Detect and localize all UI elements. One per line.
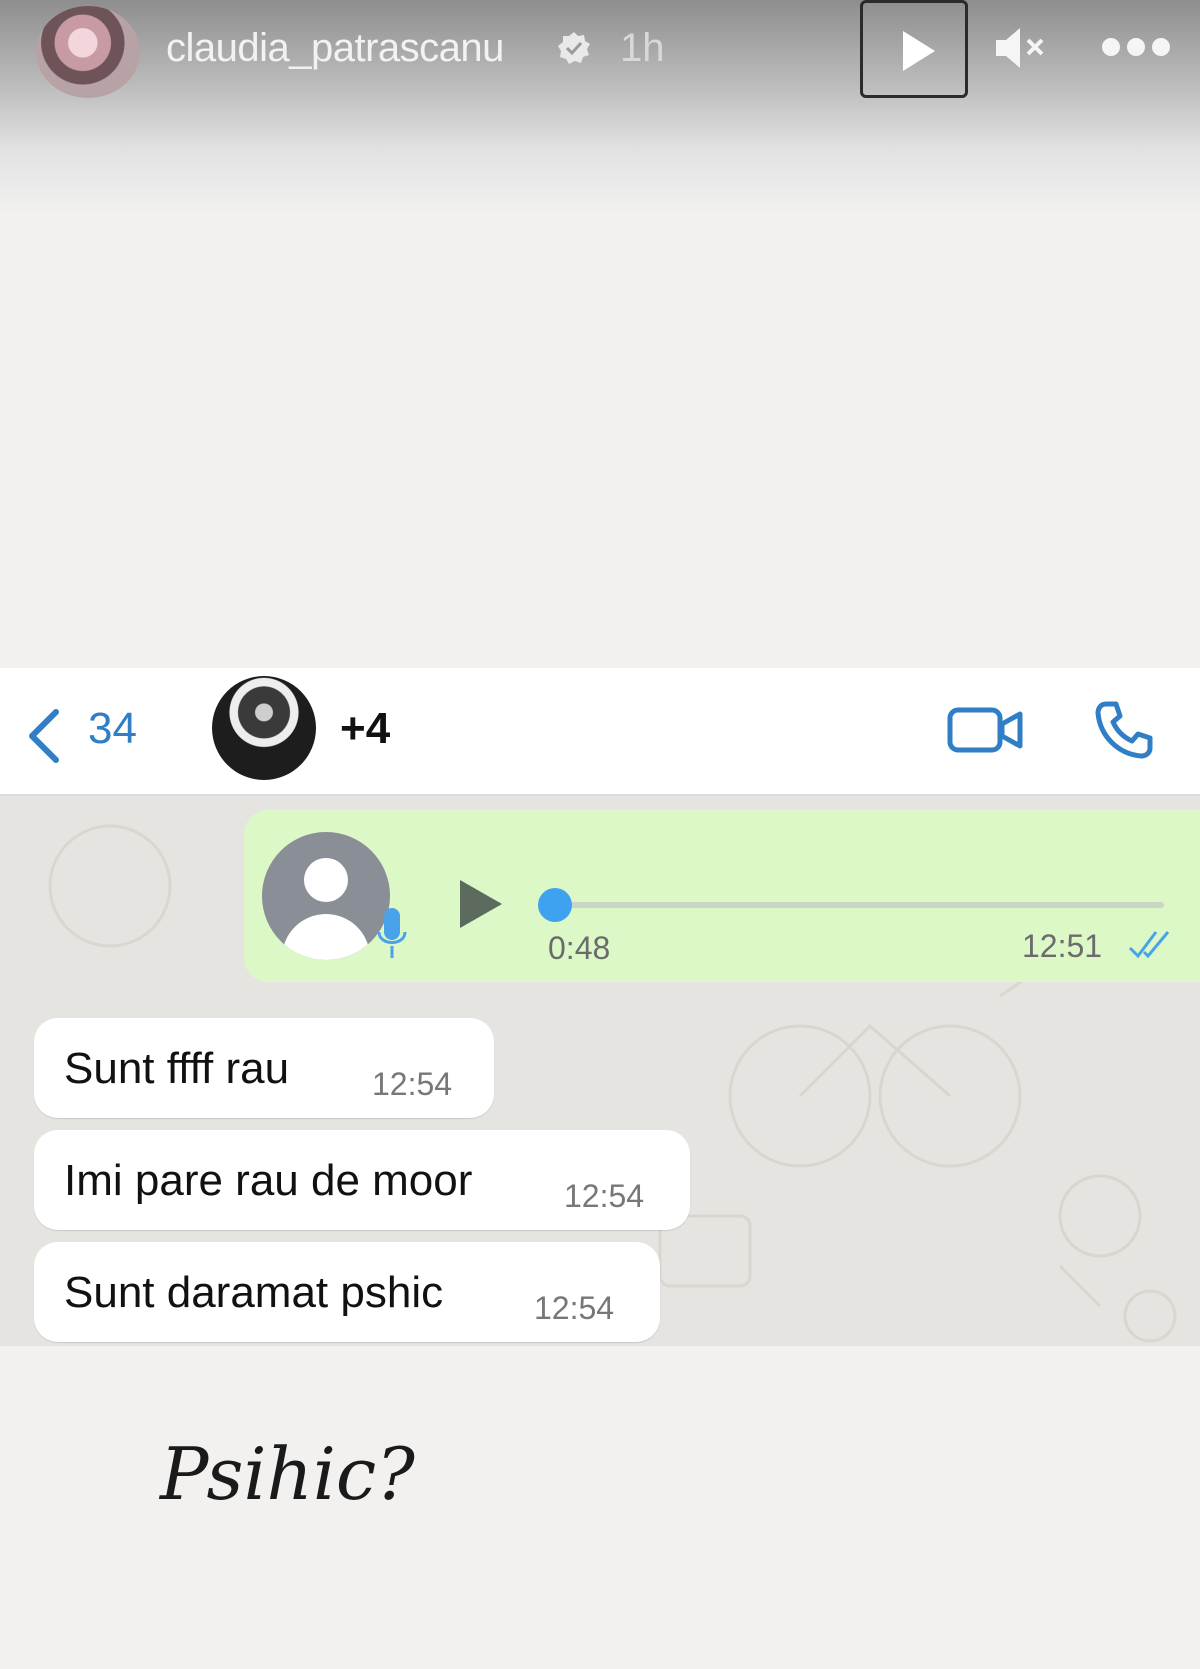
chat-area[interactable]: 0:48 12:51 Sunt ffff rau 12:54 Imi pare … [0, 796, 1200, 1346]
verified-icon [558, 32, 590, 64]
mic-icon [377, 908, 407, 958]
story-avatar[interactable] [36, 6, 140, 98]
phone-call-icon[interactable] [1092, 698, 1156, 762]
contact-avatar[interactable] [212, 676, 316, 780]
message-bubble[interactable]: Sunt daramat pshic 12:54 [34, 1242, 660, 1342]
voice-message-time: 12:51 [1022, 928, 1103, 964]
voice-sender-avatar [262, 832, 390, 960]
story-caption: Psihic? [160, 1432, 415, 1516]
play-icon [903, 31, 935, 71]
back-unread-count[interactable]: 34 [88, 704, 137, 754]
message-text: Sunt ffff rau [64, 1044, 290, 1093]
voice-progress-handle[interactable] [538, 888, 572, 922]
message-time: 12:54 [372, 1066, 453, 1102]
voice-progress-track[interactable] [544, 902, 1164, 908]
story-play-button[interactable] [860, 0, 968, 98]
back-chevron-icon[interactable] [22, 708, 66, 764]
read-ticks-icon [1128, 931, 1170, 959]
chat-header: 34 +4 [0, 668, 1200, 796]
voice-play-icon[interactable] [456, 876, 506, 932]
story-header: claudia_patrascanu 1h [0, 0, 1200, 215]
voice-duration: 0:48 [548, 930, 611, 966]
message-time: 12:54 [534, 1290, 615, 1326]
voice-message-bubble[interactable]: 0:48 12:51 [244, 810, 1200, 982]
mute-icon[interactable] [992, 24, 1052, 72]
message-time: 12:54 [564, 1178, 645, 1214]
message-text: Imi pare rau de moor [64, 1156, 473, 1205]
message-text: Sunt daramat pshic [64, 1268, 444, 1317]
contact-name[interactable]: +4 [340, 704, 390, 754]
more-icon[interactable] [1100, 36, 1172, 58]
redacted-number [412, 690, 772, 774]
video-call-icon[interactable] [946, 702, 1026, 758]
message-bubble[interactable]: Sunt ffff rau 12:54 [34, 1018, 494, 1118]
story-username[interactable]: claudia_patrascanu [166, 26, 504, 71]
story-time: 1h [620, 26, 665, 70]
message-bubble[interactable]: Imi pare rau de moor 12:54 [34, 1130, 690, 1230]
